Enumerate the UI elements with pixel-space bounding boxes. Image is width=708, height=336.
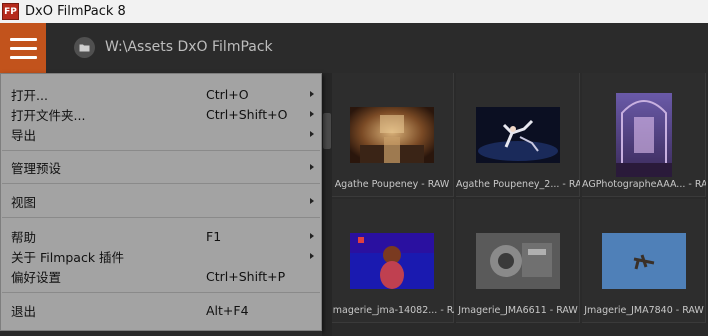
menu-item-label: 偏好设置 (11, 269, 62, 285)
menu-item-shortcut: F1 (206, 228, 222, 244)
hamburger-line (9, 37, 37, 41)
thumbnail-label: Agathe Poupeney - RAW (334, 179, 450, 190)
thumbnail-cell[interactable]: Agathe Poupeney - RAW (330, 73, 454, 197)
chevron-right-icon (310, 164, 314, 170)
menu-item-label: 退出 (11, 303, 37, 319)
thumbnail-cell[interactable]: Jmagerie_JMA6611 - RAW (456, 199, 580, 323)
chevron-right-icon (310, 131, 314, 137)
menu-item-label: 打开文件夹... (11, 107, 86, 123)
hamburger-menu-button[interactable] (0, 23, 46, 73)
scrollbar-thumb[interactable] (323, 113, 331, 149)
menu-item-shortcut: Alt+F4 (206, 302, 249, 318)
thumbnail-image (615, 93, 672, 177)
chevron-right-icon (310, 253, 314, 259)
hamburger-line (9, 46, 37, 50)
menu-item-exit[interactable]: 退出 Alt+F4 (1, 300, 321, 320)
menu-item-label: 视图 (11, 194, 37, 210)
menu-item-shortcut: Ctrl+O (206, 86, 249, 102)
main-menu: 打开... Ctrl+O 打开文件夹... Ctrl+Shift+O 导出 管理… (0, 73, 322, 331)
menu-item-open[interactable]: 打开... Ctrl+O (1, 84, 321, 104)
menu-separator (2, 217, 320, 218)
chevron-right-icon (310, 111, 314, 117)
title-bar: FP DxO FilmPack 8 (0, 0, 708, 23)
menu-item-label: 关于 Filmpack 插件 (11, 249, 125, 265)
menu-separator (2, 183, 320, 184)
chevron-right-icon (310, 233, 314, 239)
menu-scrollbar[interactable] (322, 73, 332, 336)
thumbnail-image (349, 233, 434, 289)
folder-path: W:\Assets DxO FilmPack (105, 39, 273, 55)
thumbnail-label: Jmagerie_JMA7840 - RAW (584, 305, 704, 316)
menu-item-about[interactable]: 关于 Filmpack 插件 (1, 246, 321, 266)
chevron-right-icon (310, 198, 314, 204)
thumbnail-label: Jmagerie_JMA6611 - RAW (458, 305, 578, 316)
menu-separator (2, 292, 320, 293)
image-browser: Agathe Poupeney - RAW Agathe Poupeney_2.… (330, 73, 708, 336)
menu-item-manage-presets[interactable]: 管理预设 (1, 157, 321, 177)
thumbnail-cell[interactable]: AGPhotographeAAA... - RAW (582, 73, 706, 197)
menu-item-view[interactable]: 视图 (1, 191, 321, 211)
hamburger-line (9, 55, 37, 59)
thumbnail-image (349, 107, 434, 163)
thumbnail-label: Agathe Poupeney_2... - RAW (456, 179, 580, 190)
menu-separator (2, 150, 320, 151)
thumbnail-label: Jmagerie_jma-14082... - RAW (330, 305, 454, 316)
thumbnail-image (475, 107, 560, 163)
menu-item-shortcut: Ctrl+Shift+P (206, 268, 286, 284)
thumbnail-cell[interactable]: Jmagerie_jma-14082... - RAW (330, 199, 454, 323)
menu-item-label: 导出 (11, 127, 37, 143)
menu-item-export[interactable]: 导出 (1, 124, 321, 144)
menu-item-label: 管理预设 (11, 160, 62, 176)
app-logo-icon: FP (2, 3, 19, 20)
menu-item-open-folder[interactable]: 打开文件夹... Ctrl+Shift+O (1, 104, 321, 124)
thumbnail-cell[interactable]: Jmagerie_JMA7840 - RAW (582, 199, 706, 323)
menu-item-label: 帮助 (11, 229, 37, 245)
thumbnail-label: AGPhotographeAAA... - RAW (582, 179, 706, 190)
chevron-right-icon (310, 91, 314, 97)
thumbnail-image (475, 233, 560, 289)
menu-item-shortcut: Ctrl+Shift+O (206, 106, 288, 122)
menu-item-preferences[interactable]: 偏好设置 Ctrl+Shift+P (1, 266, 321, 286)
menu-item-help[interactable]: 帮助 F1 (1, 226, 321, 246)
thumbnail-cell[interactable]: Agathe Poupeney_2... - RAW (456, 73, 580, 197)
thumbnail-image (601, 233, 686, 289)
menu-bottom-gap (0, 331, 322, 336)
folder-icon[interactable] (74, 37, 95, 58)
window-title: DxO FilmPack 8 (25, 4, 126, 19)
menu-item-label: 打开... (11, 87, 48, 103)
